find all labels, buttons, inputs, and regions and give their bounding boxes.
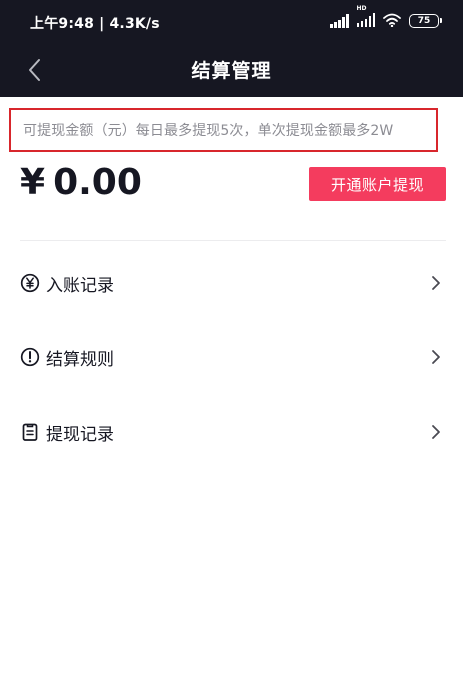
app-header: 上午9:48 | 4.3K/s HD 75 结算管理 bbox=[0, 0, 463, 97]
menu-item-withdraw-records[interactable]: 提现记录 bbox=[0, 402, 463, 462]
chevron-right-icon bbox=[430, 274, 442, 292]
menu-item-label: 提现记录 bbox=[46, 424, 114, 445]
status-time-speed: 上午9:48 | 4.3K/s bbox=[30, 16, 160, 32]
divider bbox=[20, 240, 446, 241]
menu-item-settlement-rules[interactable]: 结算规则 bbox=[0, 327, 463, 387]
menu-item-label: 入账记录 bbox=[46, 275, 114, 296]
clipboard-icon bbox=[20, 422, 40, 442]
status-bar: 上午9:48 | 4.3K/s HD 75 bbox=[0, 0, 463, 42]
chevron-right-icon bbox=[430, 348, 442, 366]
yen-circle-icon bbox=[20, 273, 40, 293]
wifi-icon bbox=[383, 12, 401, 31]
amount-value: 0.00 bbox=[53, 162, 142, 203]
settlement-management-screen: 上午9:48 | 4.3K/s HD 75 结算管理 可提现金额（元）每日最多提… bbox=[0, 0, 463, 687]
exclamation-circle-icon bbox=[20, 347, 40, 367]
currency-symbol: ¥ bbox=[20, 162, 46, 203]
battery-level: 75 bbox=[417, 16, 431, 26]
cellular-signal-icon bbox=[330, 14, 349, 28]
chevron-right-icon bbox=[430, 423, 442, 441]
menu-item-income-records[interactable]: 入账记录 bbox=[0, 253, 463, 313]
page-title: 结算管理 bbox=[191, 60, 272, 82]
hd-label: HD bbox=[356, 4, 367, 12]
withdraw-limit-text: 可提现金额（元）每日最多提现5次，单次提现金额最多2W bbox=[23, 123, 394, 139]
hd-signal-icon: HD bbox=[356, 5, 375, 31]
status-icons: HD 75 bbox=[330, 5, 442, 31]
open-account-withdraw-button[interactable]: 开通账户提现 bbox=[309, 167, 446, 201]
withdraw-limit-notice: 可提现金额（元）每日最多提现5次，单次提现金额最多2W bbox=[9, 108, 438, 152]
navigation-bar: 结算管理 bbox=[0, 42, 463, 97]
balance-amount: ¥0.00 bbox=[20, 162, 142, 203]
menu-item-label: 结算规则 bbox=[46, 349, 114, 370]
battery-icon: 75 bbox=[409, 14, 442, 28]
